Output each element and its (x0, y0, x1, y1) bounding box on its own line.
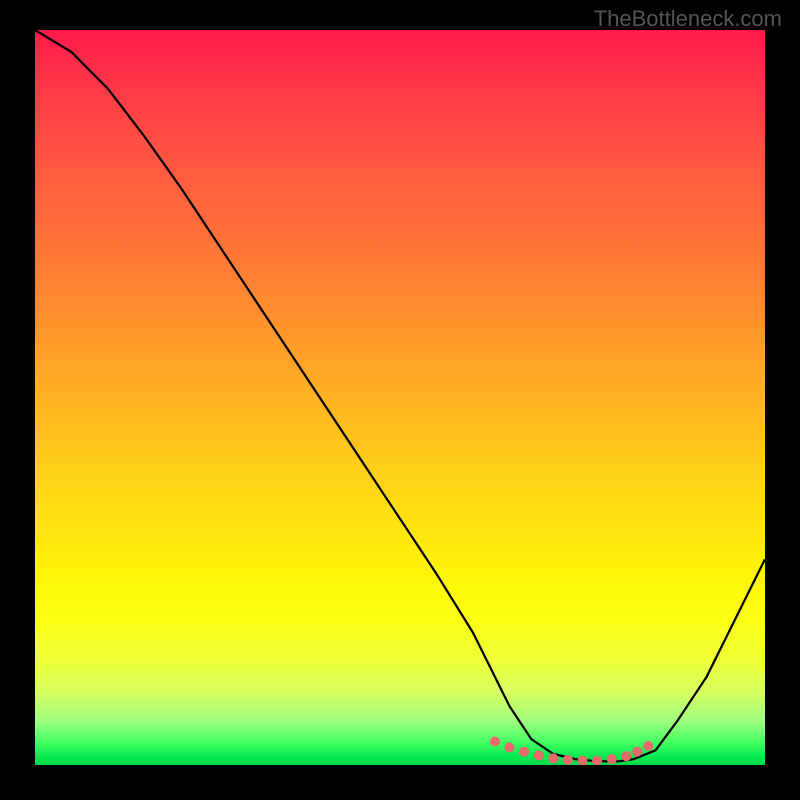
marker-dot (607, 754, 617, 764)
marker-dot (490, 736, 500, 746)
curve-line (35, 30, 765, 761)
marker-dot (632, 747, 642, 757)
watermark-text: TheBottleneck.com (594, 6, 782, 32)
plot-area (35, 30, 765, 765)
marker-dot (548, 753, 558, 763)
marker-dot (643, 741, 653, 751)
marker-dot (563, 755, 573, 765)
marker-dot (519, 747, 529, 757)
marker-dot (534, 750, 544, 760)
marker-dot (621, 751, 631, 761)
marker-dot (592, 756, 602, 765)
chart-svg (35, 30, 765, 765)
marker-dot (505, 742, 515, 752)
marker-dot (578, 756, 588, 765)
